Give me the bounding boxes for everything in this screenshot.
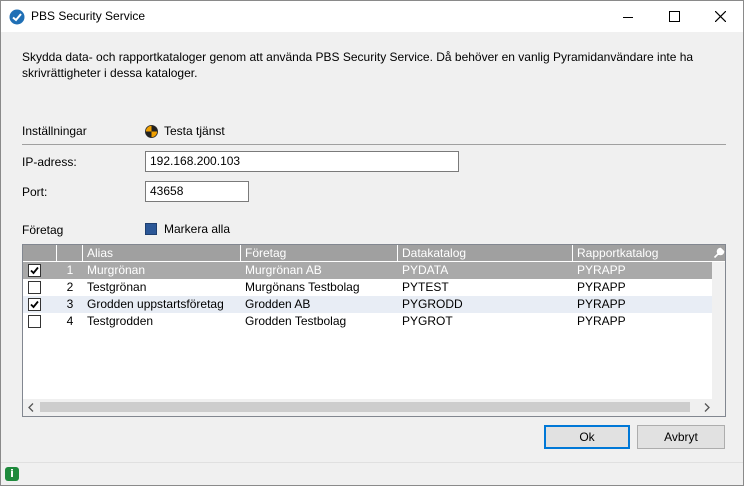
row-company: Grodden Testbolag (245, 314, 347, 328)
row-number: 4 (66, 314, 74, 328)
window-title: PBS Security Service (31, 9, 146, 23)
row-report-directory: PYRAPP (577, 280, 626, 294)
header-data-directory[interactable]: Datakatalog (398, 245, 573, 261)
cancel-button[interactable]: Avbryt (637, 425, 725, 449)
intro-text: Skydda data- och rapportkataloger genom … (22, 50, 694, 80)
row-alias: Grodden uppstartsföretag (87, 297, 224, 311)
row-alias: Murgrönan (87, 263, 146, 277)
test-service-link[interactable]: Testa tjänst (145, 124, 225, 138)
row-number: 2 (66, 280, 74, 294)
select-all-icon (145, 223, 157, 235)
row-report-directory: PYRAPP (577, 314, 626, 328)
port-field[interactable]: 43658 (145, 181, 249, 202)
horizontal-scroll-thumb[interactable] (40, 402, 690, 412)
settings-label: Inställningar (22, 124, 87, 138)
close-icon (714, 11, 726, 22)
maximize-button[interactable] (651, 1, 697, 32)
horizontal-scrollbar[interactable] (23, 399, 725, 416)
header-alias[interactable]: Alias (83, 245, 241, 261)
row-alias: Testgrönan (87, 280, 147, 294)
app-icon (9, 9, 25, 25)
row-company: Grodden AB (245, 297, 311, 311)
minimize-icon (623, 16, 633, 18)
header-checkbox-column (23, 245, 57, 261)
ip-address-field[interactable]: 192.168.200.103 (145, 151, 459, 172)
dialog-content: Skydda data- och rapportkataloger genom … (1, 32, 743, 462)
wrench-icon[interactable] (713, 247, 725, 259)
companies-label: Företag (22, 223, 64, 237)
table-row[interactable]: 4 Testgrodden Grodden Testbolag PYGROT PYRAP… (23, 313, 713, 330)
title-bar: PBS Security Service (1, 1, 743, 32)
select-all-label: Markera alla (164, 222, 231, 236)
row-checkbox[interactable] (28, 298, 41, 311)
maximize-icon (668, 11, 680, 22)
companies-grid[interactable]: Alias Företag Datakatalog Rapportkatalog… (22, 244, 726, 417)
row-number: 3 (66, 297, 74, 311)
row-checkbox[interactable] (28, 264, 41, 277)
ok-button[interactable]: Ok (544, 425, 630, 449)
row-company: Murgönans Testbolag (245, 280, 360, 294)
scroll-left-icon[interactable] (27, 403, 35, 412)
status-bar: i (1, 462, 743, 485)
row-report-directory: PYRAPP (577, 297, 626, 311)
test-service-icon (145, 124, 158, 138)
settings-divider (22, 144, 726, 145)
row-data-directory: PYDATA (402, 263, 449, 277)
row-data-directory: PYGRODD (402, 297, 463, 311)
row-report-directory: PYRAPP (577, 263, 626, 277)
select-all-button[interactable]: Markera alla (145, 222, 230, 236)
minimize-button[interactable] (605, 1, 651, 32)
table-row[interactable]: 2 Testgrönan Murgönans Testbolag PYTEST PYRA… (23, 279, 713, 296)
port-label: Port: (22, 185, 48, 199)
row-alias: Testgrodden (87, 314, 154, 328)
row-checkbox[interactable] (28, 281, 41, 294)
test-service-label: Testa tjänst (164, 124, 225, 138)
vertical-scrollbar[interactable] (712, 262, 725, 400)
table-row[interactable]: 1 Murgrönan Murgrönan AB PYDATA PYRAPP (23, 262, 713, 279)
header-report-directory[interactable]: Rapportkatalog (573, 245, 713, 261)
close-button[interactable] (697, 1, 743, 32)
info-icon[interactable]: i (5, 467, 19, 481)
dialog-window: PBS Security Service Skydda data- och ra… (0, 0, 744, 486)
scroll-right-icon[interactable] (703, 403, 711, 412)
row-data-directory: PYGROT (402, 314, 453, 328)
header-number-column (57, 245, 83, 261)
row-checkbox[interactable] (28, 315, 41, 328)
checkmark-icon (30, 300, 39, 309)
header-company[interactable]: Företag (241, 245, 398, 261)
row-data-directory: PYTEST (402, 280, 449, 294)
table-row[interactable]: 3 Grodden uppstartsföretag Grodden AB PYGRO… (23, 296, 713, 313)
grid-header: Alias Företag Datakatalog Rapportkatalog (23, 245, 725, 261)
ip-address-label: IP-adress: (22, 155, 77, 169)
checkmark-icon (30, 266, 39, 275)
row-company: Murgrönan AB (245, 263, 322, 277)
row-number: 1 (66, 263, 74, 277)
